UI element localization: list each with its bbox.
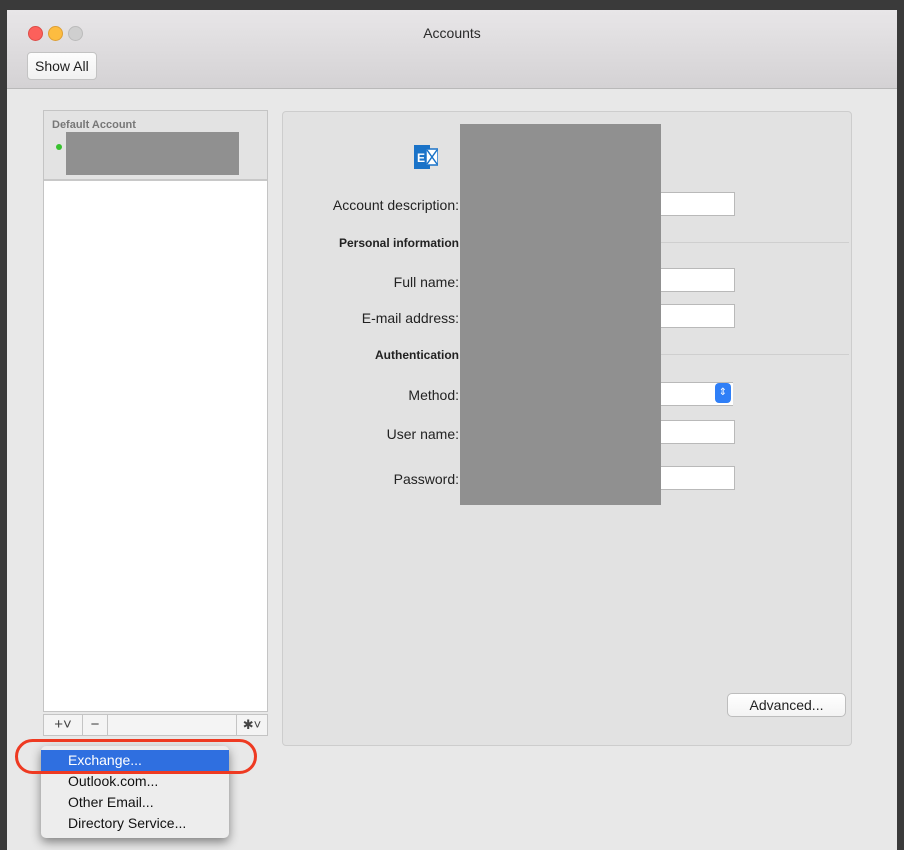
email-address-label: E-mail address: <box>361 310 459 326</box>
window-title: Accounts <box>423 25 481 41</box>
svg-text:E: E <box>417 151 425 165</box>
menu-item-outlook-com[interactable]: Outlook.com... <box>41 771 229 792</box>
preferences-content: Default Account +˅ − ✱˅ E Account descri… <box>7 89 897 850</box>
remove-account-button[interactable]: − <box>82 715 108 735</box>
accounts-window: Accounts Show All Default Account +˅ − ✱… <box>0 0 904 850</box>
select-arrows-icon[interactable]: ⇕ <box>715 383 731 403</box>
add-account-button[interactable]: +˅ <box>44 715 82 735</box>
full-name-label: Full name: <box>393 274 459 290</box>
redacted-account-name <box>66 132 239 175</box>
default-account-label: Default Account <box>52 119 136 131</box>
method-label: Method: <box>408 387 459 403</box>
account-list-toolbar: +˅ − ✱˅ <box>43 714 268 736</box>
account-detail-panel: E Account description: Personal informat… <box>282 111 852 746</box>
exchange-icon: E <box>414 145 438 169</box>
show-all-button[interactable]: Show All <box>27 52 97 80</box>
menu-item-other-email[interactable]: Other Email... <box>41 792 229 813</box>
personal-information-heading: Personal information <box>338 236 459 250</box>
titlebar: Accounts Show All <box>7 10 897 89</box>
password-label: Password: <box>393 471 459 487</box>
user-name-label: User name: <box>386 426 459 442</box>
gear-icon[interactable]: ✱˅ <box>236 715 267 735</box>
advanced-button[interactable]: Advanced... <box>727 693 846 717</box>
annotation-highlight <box>15 739 257 774</box>
redacted-values-block <box>460 124 661 505</box>
authentication-heading: Authentication <box>375 348 459 362</box>
default-account-row[interactable]: Default Account <box>44 111 267 181</box>
account-list[interactable]: Default Account <box>43 110 268 712</box>
menu-item-directory-service[interactable]: Directory Service... <box>41 813 229 834</box>
account-description-label: Account description: <box>332 197 459 213</box>
account-status-icon <box>56 144 62 150</box>
